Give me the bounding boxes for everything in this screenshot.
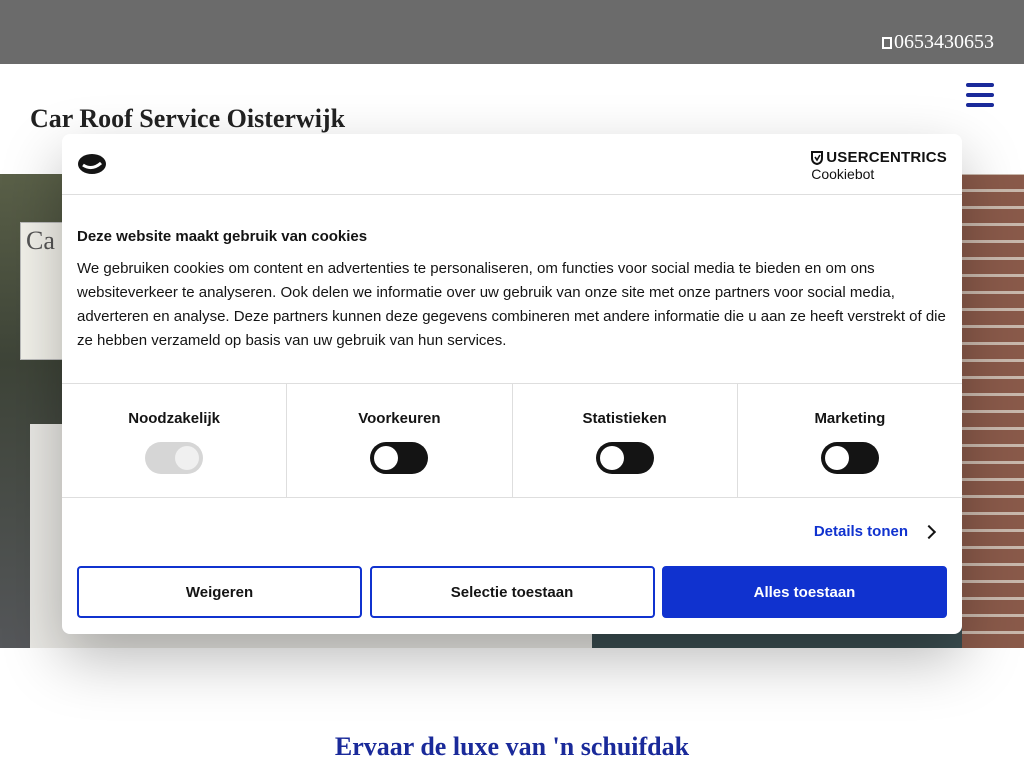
cookie-categories: Noodzakelijk Voorkeuren Statistieken Mar… (62, 383, 962, 498)
site-title[interactable]: Car Roof Service Oisterwijk (30, 104, 345, 134)
category-label: Marketing (814, 410, 886, 427)
category-label: Voorkeuren (358, 410, 441, 427)
cookie-dialog-text: We gebruiken cookies om content en adver… (77, 260, 946, 349)
usercentrics-wordmark: USERCENTRICS (811, 149, 947, 166)
brand-name: USERCENTRICS (826, 149, 947, 166)
phone-icon (882, 36, 892, 49)
usercentrics-brand[interactable]: USERCENTRICS Cookiebot (811, 149, 947, 182)
hero-brick-wall (962, 174, 1024, 648)
toggle-knob (599, 446, 624, 470)
section-heading: Ervaar de luxe van 'n schuifdak (334, 732, 690, 761)
category-label: Noodzakelijk (128, 410, 220, 427)
cookiebot-logo-icon (78, 154, 106, 174)
phone-number: 0653430653 (894, 31, 994, 53)
category-statistics: Statistieken (513, 384, 738, 497)
marketing-toggle[interactable] (820, 442, 879, 474)
phone-link[interactable]: 0653430653 (882, 31, 994, 54)
chevron-right-icon (921, 524, 937, 539)
hamburger-line (966, 103, 994, 107)
brand-sub: Cookiebot (811, 166, 875, 182)
allow-all-button[interactable]: Alles toestaan (662, 566, 947, 618)
category-label: Statistieken (582, 410, 667, 427)
statistics-toggle[interactable] (595, 442, 654, 474)
necessary-toggle (145, 442, 204, 474)
cookie-actions: Weigeren Selectie toestaan Alles toestaa… (77, 566, 947, 618)
shield-icon (811, 150, 824, 165)
cookie-consent-dialog: USERCENTRICS Cookiebot Deze website maak… (62, 134, 962, 634)
top-bar: 0653430653 (0, 0, 1024, 64)
hamburger-icon[interactable] (966, 83, 994, 107)
cookie-dialog-header: USERCENTRICS Cookiebot (62, 134, 962, 195)
hamburger-line (966, 83, 994, 87)
cookie-dialog-title: Deze website maakt gebruik van cookies (77, 228, 368, 245)
reject-button[interactable]: Weigeren (77, 566, 362, 618)
allow-selection-button[interactable]: Selectie toestaan (369, 566, 655, 618)
category-marketing: Marketing (738, 384, 962, 497)
toggle-knob (175, 446, 200, 470)
hero-sign-text: Ca (26, 226, 55, 255)
cookie-dialog-body: Deze website maakt gebruik van cookies W… (77, 228, 947, 353)
hamburger-line (966, 93, 994, 97)
details-toggle-link[interactable]: Details tonen (813, 523, 937, 540)
toggle-knob (374, 446, 399, 470)
toggle-knob (824, 446, 849, 470)
details-label: Details tonen (813, 523, 908, 540)
category-necessary: Noodzakelijk (62, 384, 288, 497)
preferences-toggle[interactable] (370, 442, 429, 474)
category-preferences: Voorkeuren (287, 384, 513, 497)
